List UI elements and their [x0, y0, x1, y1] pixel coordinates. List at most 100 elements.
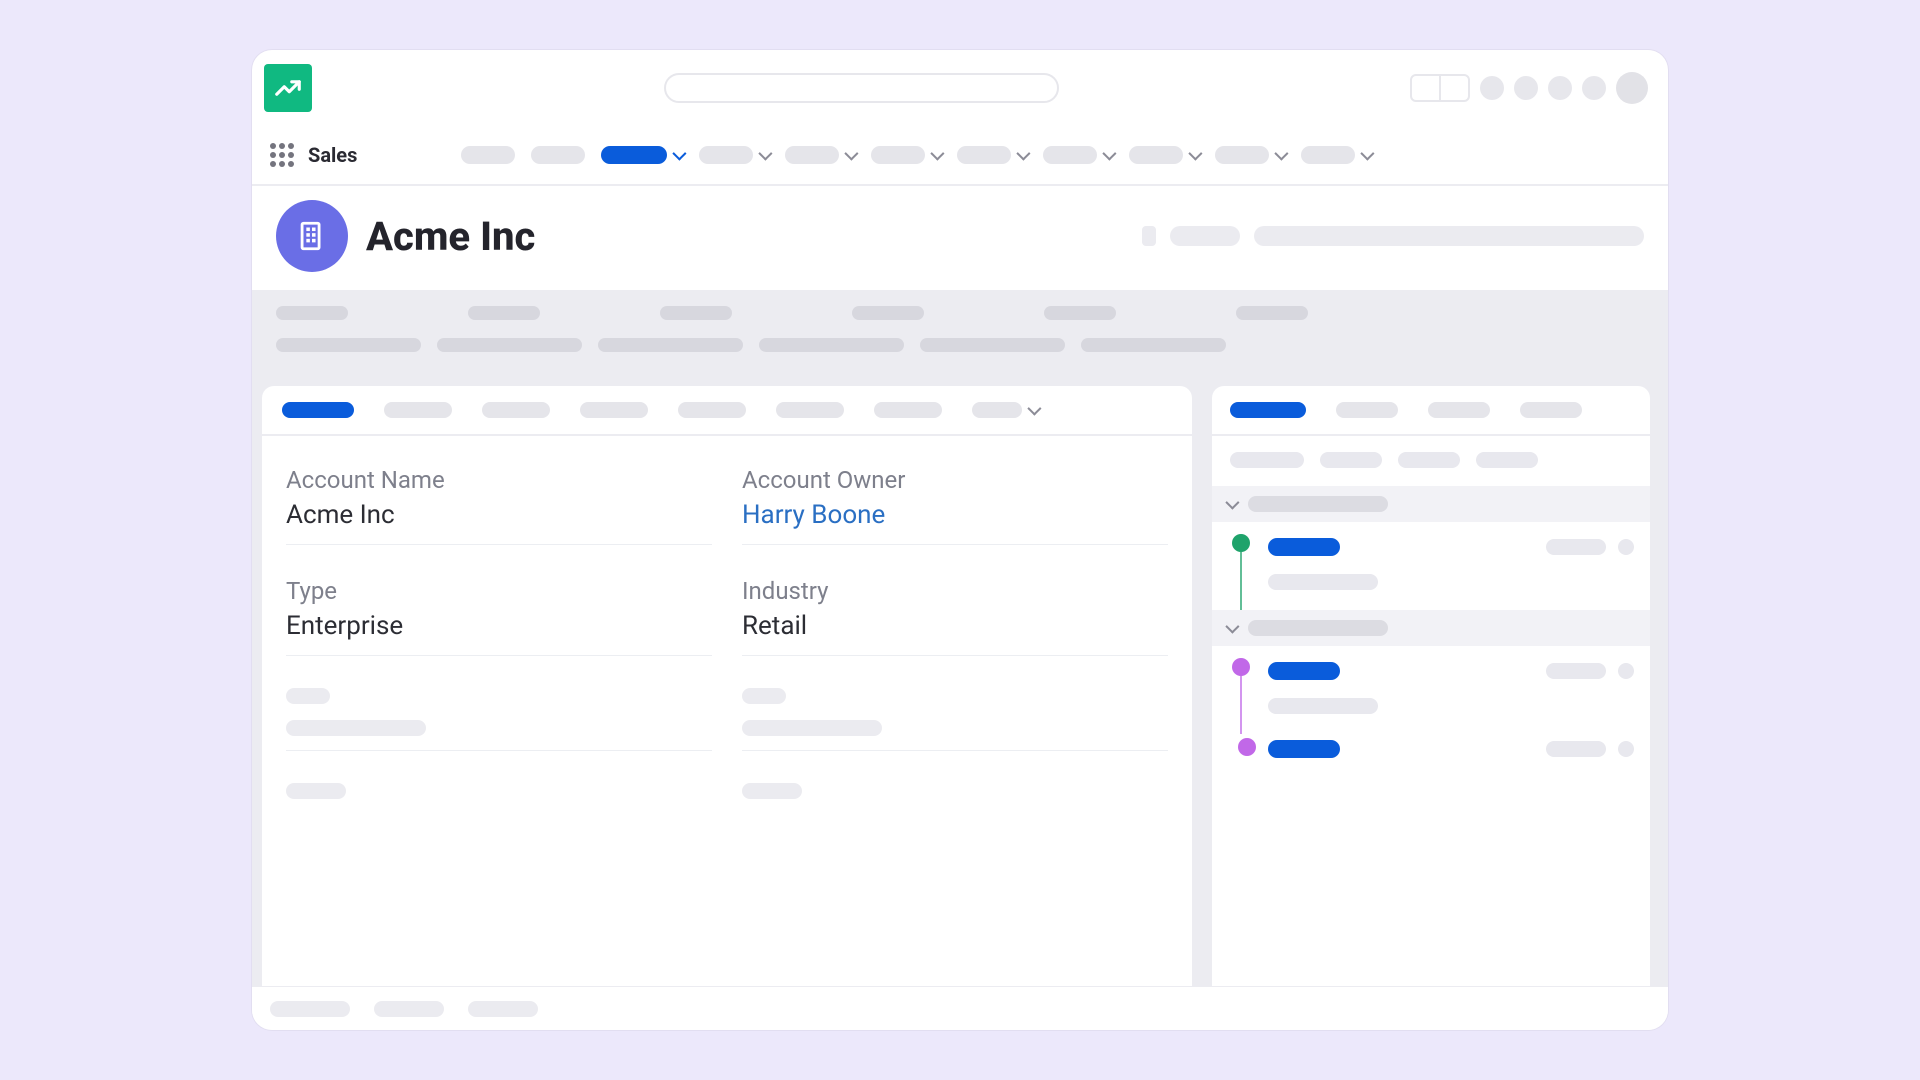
field-placeholder: [742, 688, 1168, 751]
activity-title-placeholder: [1268, 538, 1340, 556]
detail-tab[interactable]: [384, 402, 452, 418]
app-launcher-icon[interactable]: [270, 143, 294, 167]
account-icon: [276, 200, 348, 272]
field-account-owner: Account Owner Harry Boone: [742, 466, 1168, 545]
chevron-down-icon: [673, 147, 687, 161]
nav-tab[interactable]: [1043, 146, 1113, 164]
field-grid: Account Name Acme Inc Account Owner Harr…: [262, 436, 1192, 833]
field-type: Type Enterprise: [286, 577, 712, 656]
field-value-placeholder: [437, 338, 582, 352]
nav-tab[interactable]: [1215, 146, 1285, 164]
nav-tab-active[interactable]: [601, 146, 683, 164]
header-action-icon[interactable]: [1548, 76, 1572, 100]
activity-action-icon[interactable]: [1618, 539, 1634, 555]
section-title-placeholder: [1248, 496, 1388, 512]
detail-tab[interactable]: [874, 402, 942, 418]
detail-tab-more[interactable]: [972, 402, 1038, 418]
timeline-dot-icon: [1232, 658, 1250, 676]
field-label-placeholder: [1044, 306, 1116, 320]
detail-tab[interactable]: [678, 402, 746, 418]
record-header: Acme Inc: [252, 186, 1668, 290]
nav-tab[interactable]: [699, 146, 769, 164]
nav-tab[interactable]: [957, 146, 1027, 164]
header-action-icon[interactable]: [1582, 76, 1606, 100]
primary-nav: Sales: [252, 126, 1668, 186]
activity-meta-placeholder: [1546, 741, 1606, 757]
timeline-dot-icon: [1238, 738, 1256, 756]
activity-tab[interactable]: [1520, 402, 1582, 418]
detail-tabs: [262, 386, 1192, 436]
activity-section-header[interactable]: [1212, 486, 1650, 522]
field-value-placeholder: [598, 338, 743, 352]
header-action-placeholder[interactable]: [1254, 226, 1644, 246]
timeline-dot-icon: [1232, 534, 1250, 552]
chevron-down-icon: [845, 147, 859, 161]
section-title-placeholder: [1248, 620, 1388, 636]
field-value-link[interactable]: Harry Boone: [742, 500, 1168, 530]
field-placeholder: [286, 783, 712, 813]
field-value: Acme Inc: [286, 500, 712, 530]
nav-tab[interactable]: [785, 146, 855, 164]
field-label: Account Owner: [742, 466, 1168, 494]
detail-tab-active[interactable]: [282, 402, 354, 418]
utility-item[interactable]: [270, 1001, 350, 1017]
detail-tab[interactable]: [482, 402, 550, 418]
nav-tab[interactable]: [461, 146, 515, 164]
activity-section-header[interactable]: [1212, 610, 1650, 646]
field-label-placeholder: [1236, 306, 1308, 320]
field-label-placeholder: [852, 306, 924, 320]
activity-tab-active[interactable]: [1230, 402, 1306, 418]
trending-up-icon: [273, 73, 303, 103]
field-label: Industry: [742, 577, 1168, 605]
header-action-icon[interactable]: [1480, 76, 1504, 100]
activity-tab[interactable]: [1428, 402, 1490, 418]
activity-meta-placeholder: [1546, 663, 1606, 679]
activity-item[interactable]: [1212, 734, 1650, 778]
building-icon: [295, 219, 329, 253]
nav-tab[interactable]: [871, 146, 941, 164]
field-value-placeholder: [276, 338, 421, 352]
header-action-placeholder[interactable]: [1142, 226, 1156, 246]
activity-action-icon[interactable]: [1618, 741, 1634, 757]
chevron-down-icon: [1225, 620, 1239, 634]
chevron-down-icon: [1017, 147, 1031, 161]
global-search-input[interactable]: [664, 73, 1059, 103]
activity-detail-placeholder: [1268, 574, 1378, 590]
field-label-placeholder: [468, 306, 540, 320]
record-title: Acme Inc: [366, 213, 535, 260]
app-logo[interactable]: [264, 64, 312, 112]
field-value-placeholder: [759, 338, 904, 352]
activity-tab[interactable]: [1336, 402, 1398, 418]
activity-title-placeholder: [1268, 740, 1340, 758]
filter-button[interactable]: [1230, 452, 1304, 468]
view-toggle[interactable]: [1410, 74, 1470, 102]
detail-tab[interactable]: [776, 402, 844, 418]
timeline-line: [1240, 676, 1242, 734]
field-placeholder: [286, 688, 712, 751]
filter-button[interactable]: [1398, 452, 1460, 468]
highlights-panel: [252, 290, 1668, 372]
header-actions: [1410, 72, 1648, 104]
filter-button[interactable]: [1476, 452, 1538, 468]
activity-item[interactable]: [1212, 646, 1650, 734]
utility-bar: [252, 986, 1668, 1030]
header-action-icon[interactable]: [1514, 76, 1538, 100]
chevron-down-icon: [931, 147, 945, 161]
chevron-down-icon: [1225, 496, 1239, 510]
activity-item[interactable]: [1212, 522, 1650, 610]
nav-tab[interactable]: [1129, 146, 1199, 164]
nav-tab[interactable]: [531, 146, 585, 164]
utility-item[interactable]: [468, 1001, 538, 1017]
field-placeholder: [742, 783, 1168, 813]
chevron-down-icon: [1275, 147, 1289, 161]
details-panel: Account Name Acme Inc Account Owner Harr…: [262, 386, 1192, 1030]
filter-button[interactable]: [1320, 452, 1382, 468]
field-value-placeholder: [1081, 338, 1226, 352]
activity-action-icon[interactable]: [1618, 663, 1634, 679]
detail-tab[interactable]: [580, 402, 648, 418]
header-action-placeholder[interactable]: [1170, 226, 1240, 246]
nav-tab[interactable]: [1301, 146, 1371, 164]
utility-item[interactable]: [374, 1001, 444, 1017]
user-avatar[interactable]: [1616, 72, 1648, 104]
field-label: Type: [286, 577, 712, 605]
